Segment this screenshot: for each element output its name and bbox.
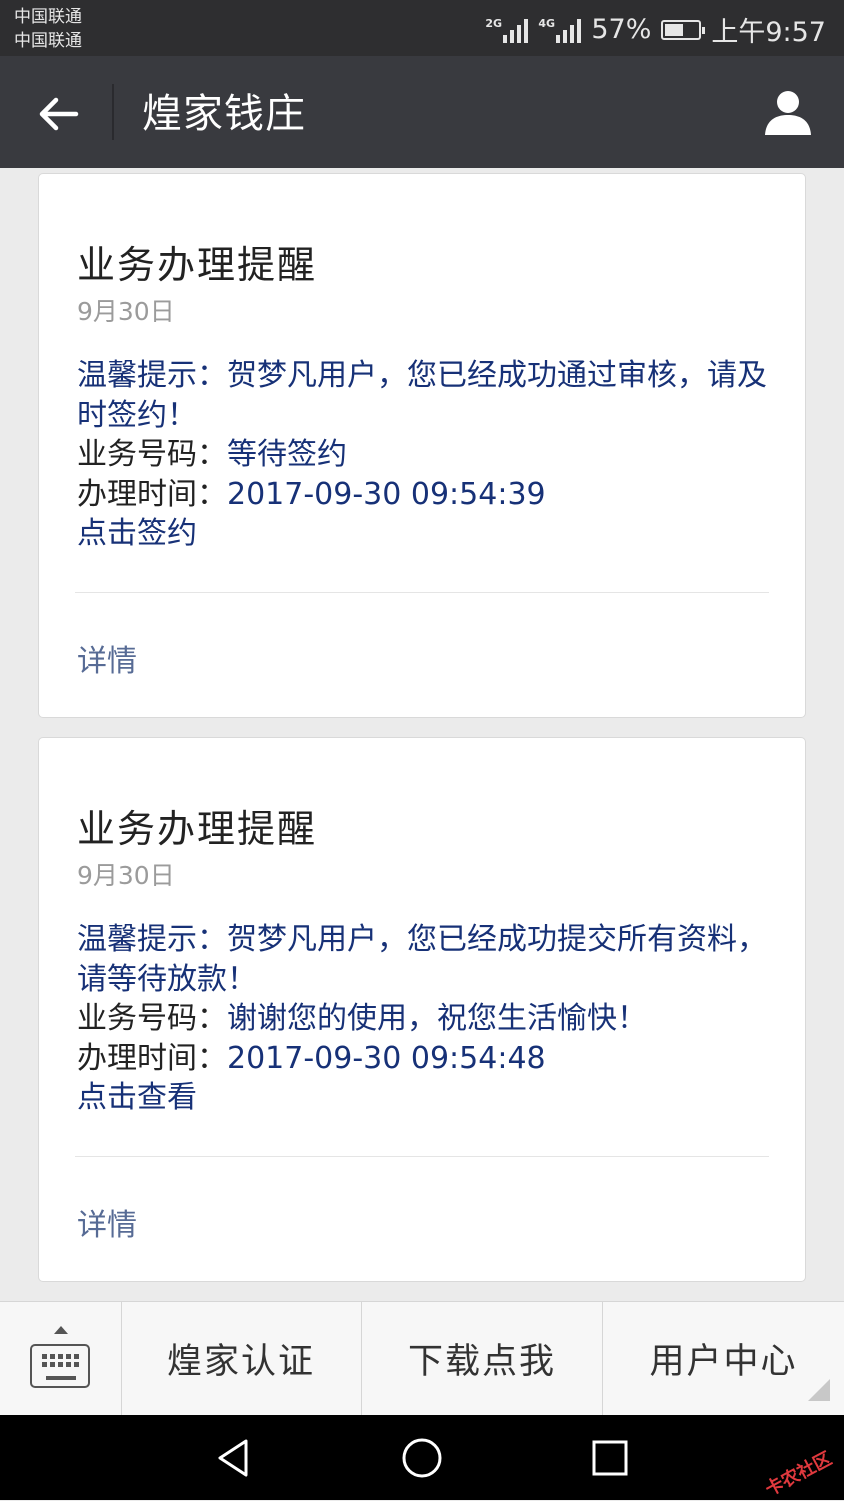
resize-corner-icon — [808, 1379, 830, 1401]
card-body: 温馨提示：贺梦凡用户，您已经成功通过审核，请及时签约！ 业务号码：等待签约 办理… — [77, 356, 777, 554]
detail-link[interactable]: 详情 — [77, 636, 137, 680]
battery-icon — [661, 19, 706, 40]
signal-4g-icon: 4G — [538, 17, 582, 43]
business-number-value: 等待签约 — [227, 437, 347, 472]
clock: 上午9:57 — [711, 17, 826, 48]
carrier-1: 中国联通 — [14, 7, 82, 27]
menu-item-certification[interactable]: 煌家认证 — [121, 1302, 362, 1415]
system-nav-bar: 卡农社区 — [0, 1415, 844, 1500]
watermark: 卡农社区 — [761, 1448, 836, 1501]
sign-link[interactable]: 点击签约 — [77, 514, 777, 554]
process-time-value: 2017-09-30 09:54:48 — [227, 1040, 546, 1076]
tip-label: 温馨提示： — [77, 922, 227, 957]
card-title: 业务办理提醒 — [77, 243, 318, 287]
business-number-label: 业务号码： — [77, 1001, 227, 1036]
chevron-up-icon — [54, 1326, 68, 1334]
business-number-label: 业务号码： — [77, 437, 227, 472]
triangle-back-icon[interactable] — [212, 1436, 256, 1480]
nav-bar: 煌家钱庄 — [0, 56, 844, 168]
signal-2g-icon: 2G — [485, 17, 529, 43]
divider — [75, 1156, 769, 1157]
page-title: 煌家钱庄 — [142, 91, 306, 137]
process-time-value: 2017-09-30 09:54:39 — [227, 476, 546, 512]
view-link[interactable]: 点击查看 — [77, 1078, 777, 1118]
process-time-label: 办理时间： — [77, 1040, 227, 1076]
bottom-menu: 煌家认证 下载点我 用户中心 — [0, 1301, 844, 1415]
keyboard-icon — [30, 1344, 90, 1388]
detail-link[interactable]: 详情 — [77, 1200, 137, 1244]
circle-home-icon[interactable] — [400, 1436, 444, 1480]
user-icon[interactable] — [764, 88, 812, 136]
square-recents-icon[interactable] — [588, 1436, 632, 1480]
card-body: 温馨提示：贺梦凡用户，您已经成功提交所有资料，请等待放款！ 业务号码：谢谢您的使… — [77, 920, 777, 1118]
message-card: 业务办理提醒 9月30日 温馨提示：贺梦凡用户，您已经成功提交所有资料，请等待放… — [38, 737, 806, 1282]
message-card: 业务办理提醒 9月30日 温馨提示：贺梦凡用户，您已经成功通过审核，请及时签约！… — [38, 173, 806, 718]
tip-label: 温馨提示： — [77, 358, 227, 393]
business-number-value: 谢谢您的使用，祝您生活愉快！ — [227, 1001, 647, 1036]
process-time-label: 办理时间： — [77, 476, 227, 512]
carrier-info: 中国联通 中国联通 — [14, 5, 82, 53]
card-title: 业务办理提醒 — [77, 807, 318, 851]
nav-divider — [112, 84, 114, 140]
menu-item-download[interactable]: 下载点我 — [362, 1302, 603, 1415]
carrier-2: 中国联通 — [14, 31, 82, 51]
status-bar: 中国联通 中国联通 2G 4G 57% 上午9:57 — [0, 0, 844, 56]
divider — [75, 592, 769, 593]
card-date: 9月30日 — [77, 861, 175, 890]
status-indicators: 2G 4G 57% 上午9:57 — [485, 10, 826, 49]
arrow-left-icon[interactable] — [36, 92, 80, 136]
keyboard-toggle-button[interactable] — [0, 1302, 122, 1415]
battery-percent: 57% — [591, 14, 652, 45]
card-date: 9月30日 — [77, 297, 175, 326]
